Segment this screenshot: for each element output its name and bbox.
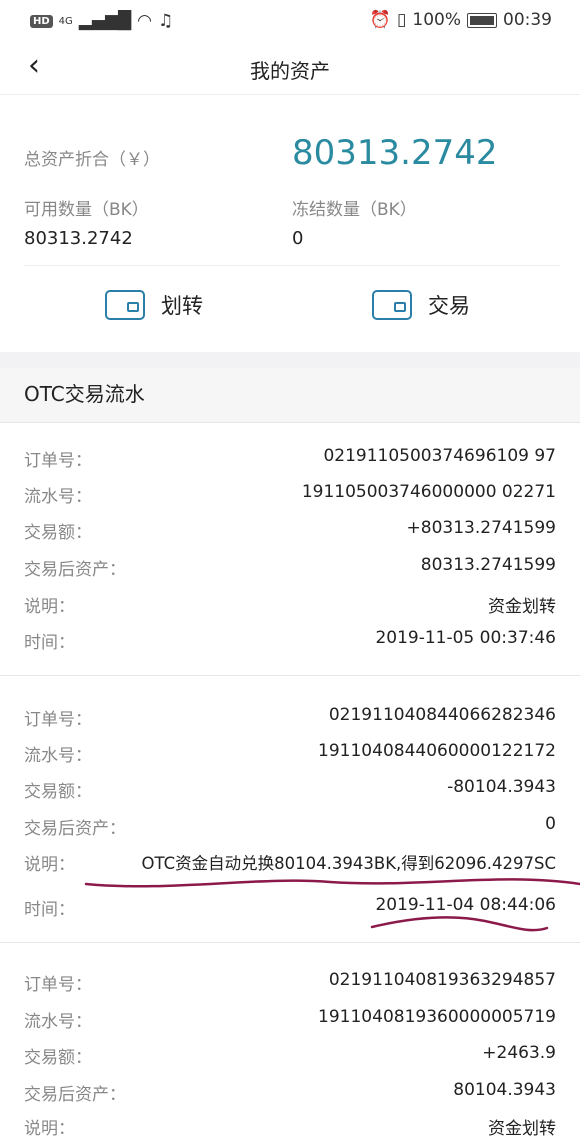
order-label: 订单号： xyxy=(24,451,92,471)
serial-value: 1911040844060000122172 xyxy=(318,741,556,761)
order-value: 021911040819363294857 xyxy=(328,970,556,990)
divider xyxy=(24,265,560,266)
serial-row: 流水号： 1911040844060000122172 xyxy=(24,741,556,771)
after-row: 交易后资产： 0 xyxy=(24,814,556,844)
serial-row: 流水号： 1911040819360000005719 xyxy=(24,1007,556,1037)
desc-row: 说明： OTC资金自动兑换80104.3943BK,得到62096.4297SC xyxy=(24,850,556,880)
available-label: 可用数量（BK） xyxy=(24,200,149,220)
desc-label: 说明： xyxy=(24,855,75,875)
amount-value: +80313.2741599 xyxy=(406,518,556,538)
desc-label: 说明： xyxy=(24,597,75,617)
desc-label: 说明： xyxy=(24,1119,75,1139)
amount-label: 交易额： xyxy=(24,782,92,802)
amount-row: 交易额： -80104.3943 xyxy=(24,777,556,807)
clock: 00:39 xyxy=(503,10,552,30)
trade-label: 交易 xyxy=(428,294,470,318)
page-title: 我的资产 xyxy=(250,59,330,83)
available-value: 80313.2742 xyxy=(24,228,133,249)
amount-value: +2463.9 xyxy=(482,1043,556,1063)
serial-label: 流水号： xyxy=(24,487,92,507)
order-row: 订单号： 0219110500374696109 97 xyxy=(24,446,556,476)
amount-label: 交易额： xyxy=(24,523,92,543)
serial-value: 191105003746000000 02271 xyxy=(301,482,556,502)
divider xyxy=(0,942,580,943)
after-row: 交易后资产： 80104.3943 xyxy=(24,1080,556,1110)
amount-value: -80104.3943 xyxy=(447,777,556,797)
time-row: 时间： 2019-11-05 00:37:46 xyxy=(24,628,556,658)
alarm-icon: ⏰ xyxy=(369,10,392,30)
signal-icon: ▂▄▆█ xyxy=(78,11,132,31)
transfer-label: 划转 xyxy=(161,294,203,318)
nav-bar: ‹ 我的资产 xyxy=(0,42,580,95)
trade-button[interactable]: 交易 xyxy=(372,290,470,320)
trade-icon xyxy=(372,290,412,320)
after-value: 0 xyxy=(545,814,556,834)
desc-row: 说明： 资金划转 xyxy=(24,592,556,622)
serial-label: 流水号： xyxy=(24,1012,92,1032)
status-bar: HD 4G ▂▄▆█ ◠ ♫ ⏰ ▯ 100% 00:39 xyxy=(0,0,580,42)
after-label: 交易后资产： xyxy=(24,1085,126,1105)
order-row: 订单号： 021911040844066282346 xyxy=(24,705,556,735)
after-value: 80313.2741599 xyxy=(420,555,556,575)
serial-row: 流水号： 191105003746000000 02271 xyxy=(24,482,556,512)
desc-value: OTC资金自动兑换80104.3943BK,得到62096.4297SC xyxy=(141,854,556,873)
frozen-label: 冻结数量（BK） xyxy=(292,200,417,220)
hd-badge: HD xyxy=(30,14,53,28)
order-row: 订单号： 021911040819363294857 xyxy=(24,970,556,1000)
transfer-icon xyxy=(105,290,145,320)
time-label: 时间： xyxy=(24,633,75,653)
serial-value: 1911040819360000005719 xyxy=(318,1007,556,1027)
order-label: 订单号： xyxy=(24,710,92,730)
amount-row: 交易额： +2463.9 xyxy=(24,1043,556,1073)
amount-label: 交易额： xyxy=(24,1048,92,1068)
after-row: 交易后资产： 80313.2741599 xyxy=(24,555,556,585)
network-type: 4G xyxy=(58,15,73,27)
serial-label: 流水号： xyxy=(24,746,92,766)
battery-percent: 100% xyxy=(412,10,461,30)
divider xyxy=(0,675,580,676)
time-label: 时间： xyxy=(24,900,75,920)
status-right: ⏰ ▯ 100% 00:39 xyxy=(370,10,552,30)
desc-row: 说明： 资金划转 xyxy=(24,1114,556,1144)
after-label: 交易后资产： xyxy=(24,819,126,839)
battery-icon xyxy=(467,12,497,28)
after-label: 交易后资产： xyxy=(24,560,126,580)
amount-row: 交易额： +80313.2741599 xyxy=(24,518,556,548)
time-value: 2019-11-04 08:44:06 xyxy=(375,895,556,915)
frozen-value: 0 xyxy=(292,228,304,249)
transfer-button[interactable]: 划转 xyxy=(105,290,203,320)
order-value: 021911040844066282346 xyxy=(328,705,556,725)
time-row: 时间： 2019-11-04 08:44:06 xyxy=(24,895,556,925)
section-gap xyxy=(0,352,580,368)
after-value: 80104.3943 xyxy=(453,1080,556,1100)
desc-value: 资金划转 xyxy=(488,597,556,617)
otc-section-title: OTC交易流水 xyxy=(24,382,145,406)
notification-icon: ♫ xyxy=(157,11,174,31)
order-label: 订单号： xyxy=(24,975,92,995)
vibrate-icon: ▯ xyxy=(397,10,407,30)
desc-value: 资金划转 xyxy=(488,1119,556,1139)
total-asset-value: 80313.2742 xyxy=(292,133,498,173)
order-value: 0219110500374696109 97 xyxy=(323,446,556,466)
wifi-icon: ◠ xyxy=(137,11,152,31)
time-value: 2019-11-05 00:37:46 xyxy=(375,628,556,648)
divider xyxy=(0,422,580,423)
status-left: HD 4G ▂▄▆█ ◠ ♫ xyxy=(30,11,173,31)
total-asset-label: 总资产折合（￥） xyxy=(24,150,160,170)
